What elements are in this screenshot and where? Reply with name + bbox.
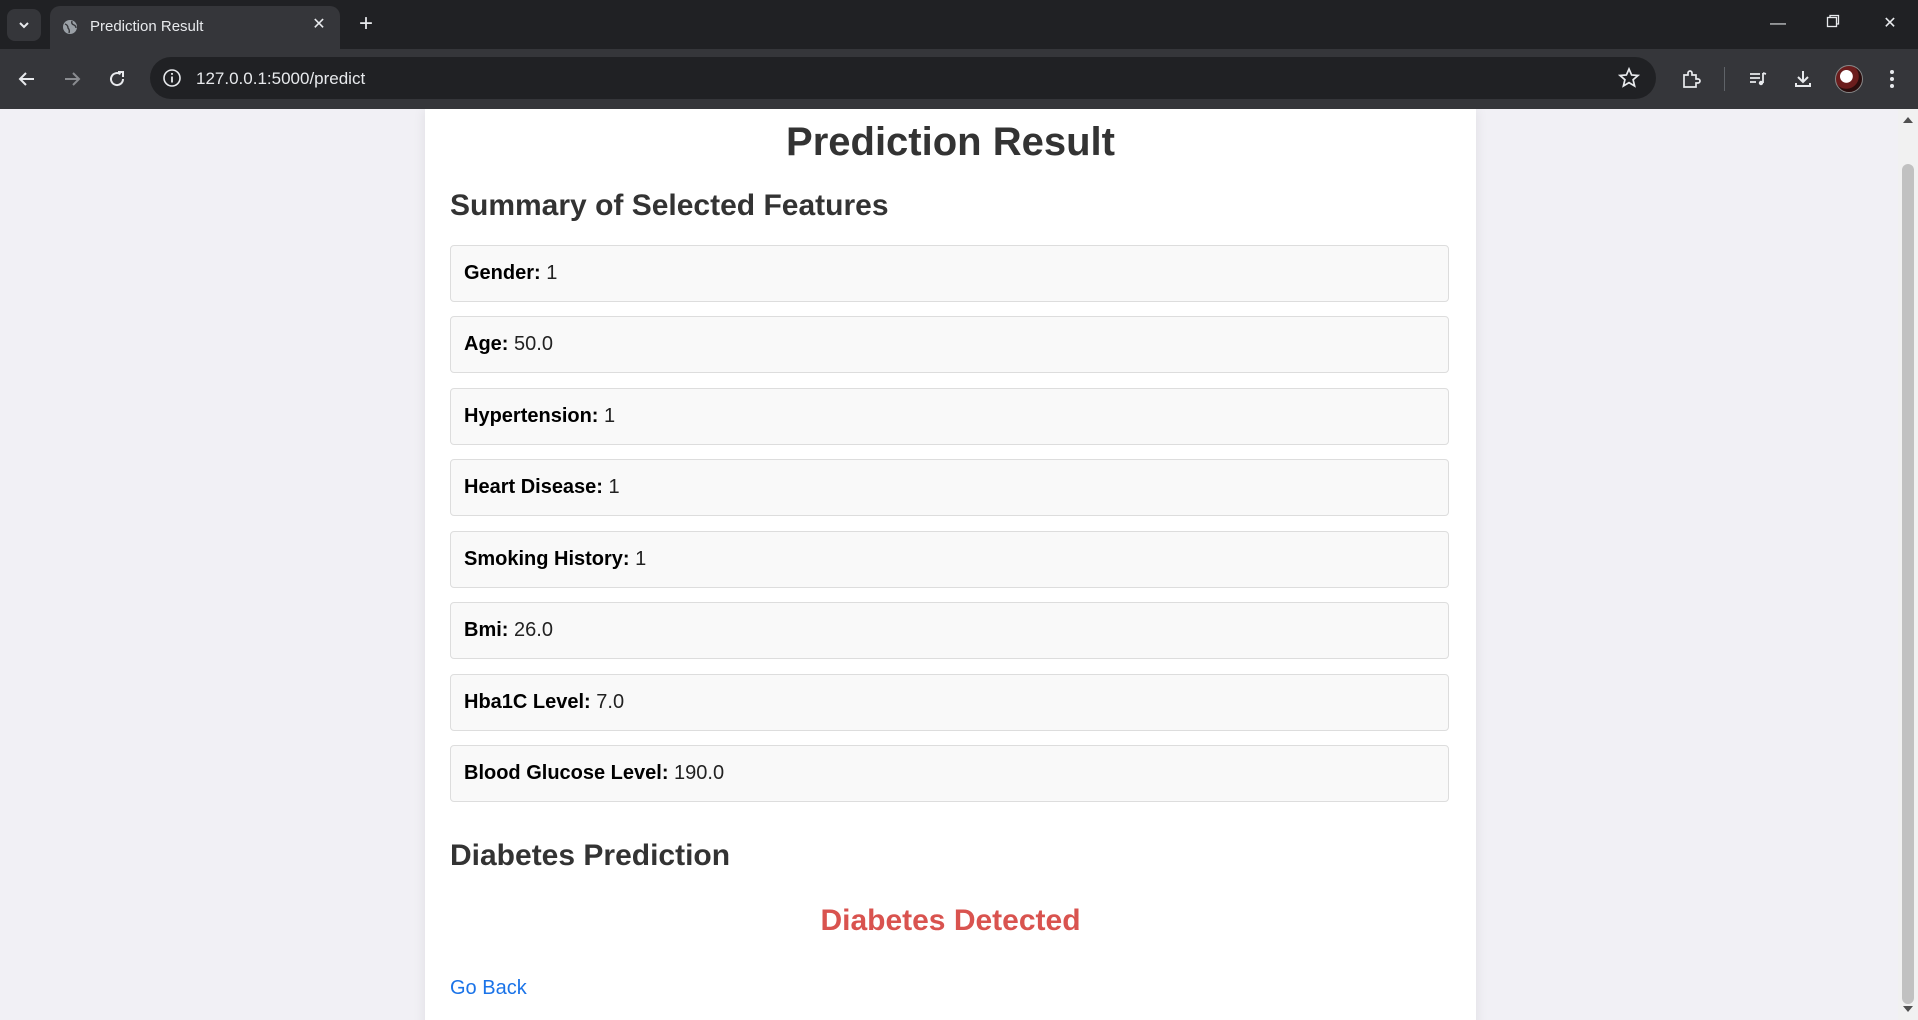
- back-icon[interactable]: [12, 64, 42, 94]
- feature-label: Smoking History:: [464, 548, 630, 570]
- site-info-icon[interactable]: [162, 68, 182, 88]
- active-tab[interactable]: Prediction Result ✕: [50, 6, 340, 49]
- scroll-thumb[interactable]: [1902, 164, 1914, 1004]
- feature-label: Gender:: [464, 262, 541, 284]
- feature-value: 7.0: [596, 691, 625, 713]
- result-card: Prediction Result Summary of Selected Fe…: [425, 109, 1476, 1020]
- close-tab-icon[interactable]: ✕: [310, 16, 328, 34]
- feature-label: Age:: [464, 333, 509, 355]
- forward-icon[interactable]: [57, 64, 87, 94]
- new-tab-button[interactable]: +: [354, 12, 378, 36]
- address-bar[interactable]: 127.0.0.1:5000/predict: [150, 57, 1656, 99]
- tab-title: Prediction Result: [90, 18, 204, 35]
- feature-label: Heart Disease:: [464, 476, 603, 498]
- tab-strip: Prediction Result ✕ + — ✕: [0, 0, 1918, 49]
- prediction-result: Diabetes Detected: [820, 904, 1081, 937]
- globe-icon: [63, 20, 77, 34]
- feature-value: 1: [608, 476, 620, 498]
- download-icon[interactable]: [1789, 65, 1817, 93]
- browser-toolbar: 127.0.0.1:5000/predict: [0, 49, 1918, 109]
- chevron-down-icon: [19, 22, 29, 29]
- close-window-icon[interactable]: ✕: [1875, 10, 1905, 38]
- feature-row-smoking-history: Smoking History: 1: [450, 531, 1449, 588]
- feature-row-hypertension: Hypertension: 1: [450, 388, 1449, 445]
- feature-row-age: Age: 50.0: [450, 316, 1449, 373]
- menu-kebab-icon[interactable]: [1878, 65, 1906, 93]
- scroll-down-arrow-icon[interactable]: [1903, 1006, 1913, 1012]
- feature-value: 1: [604, 405, 616, 427]
- feature-label: Blood Glucose Level:: [464, 762, 669, 784]
- feature-value: 50.0: [514, 333, 553, 355]
- minimize-icon[interactable]: —: [1763, 10, 1793, 38]
- page-viewport: Prediction Result Summary of Selected Fe…: [0, 109, 1898, 1020]
- feature-value: 1: [635, 548, 647, 570]
- feature-label: Hypertension:: [464, 405, 599, 427]
- media-controls-icon[interactable]: [1744, 65, 1772, 93]
- feature-row-hba1c-level: Hba1C Level: 7.0: [450, 674, 1449, 731]
- feature-row-heart-disease: Heart Disease: 1: [450, 459, 1449, 516]
- go-back-link[interactable]: Go Back: [450, 977, 527, 1000]
- toolbar-divider: [1724, 67, 1725, 91]
- reload-icon[interactable]: [102, 64, 132, 94]
- prediction-heading: Diabetes Prediction: [450, 839, 731, 872]
- summary-heading: Summary of Selected Features: [450, 189, 889, 222]
- feature-row-bmi: Bmi: 26.0: [450, 602, 1449, 659]
- feature-label: Hba1C Level:: [464, 691, 591, 713]
- page-title: Prediction Result: [786, 120, 1115, 164]
- feature-value: 1: [546, 262, 558, 284]
- feature-row-gender: Gender: 1: [450, 245, 1449, 302]
- feature-value: 26.0: [514, 619, 553, 641]
- feature-value: 190.0: [674, 762, 725, 784]
- feature-label: Bmi:: [464, 619, 509, 641]
- vertical-scrollbar[interactable]: [1898, 109, 1918, 1020]
- profile-avatar[interactable]: [1835, 65, 1863, 93]
- extensions-icon[interactable]: [1677, 65, 1705, 93]
- bookmark-star-icon[interactable]: [1618, 67, 1640, 89]
- restore-icon[interactable]: [1818, 10, 1848, 38]
- feature-row-blood-glucose-level: Blood Glucose Level: 190.0: [450, 745, 1449, 802]
- url-text: 127.0.0.1:5000/predict: [196, 69, 366, 88]
- scroll-up-arrow-icon[interactable]: [1903, 117, 1913, 123]
- tab-search-button[interactable]: [7, 9, 41, 41]
